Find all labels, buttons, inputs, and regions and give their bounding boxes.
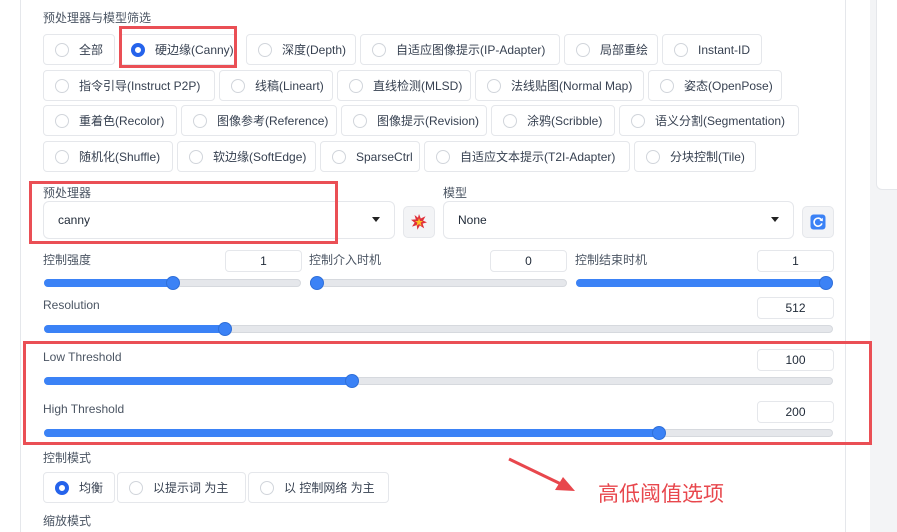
radio-icon [576, 42, 590, 57]
filter-option-reference[interactable]: 图像参考(Reference) [181, 105, 337, 136]
radio-icon [55, 113, 69, 128]
filter-option-softedge[interactable]: 软边缘(SoftEdge) [177, 141, 316, 172]
filter-option-t2i-adapter[interactable]: 自适应文本提示(T2I-Adapter) [424, 141, 630, 172]
right-sidebar-card [876, 0, 897, 190]
control-mode-prompt[interactable]: 以提示词 为主 [117, 472, 246, 503]
control-weight-input[interactable]: 1 [225, 250, 302, 272]
filter-label: 预处理器与模型筛选 [43, 11, 152, 25]
control-weight-label: 控制强度 [43, 253, 92, 267]
slider-fill [44, 325, 226, 333]
resize-mode-label: 缩放模式 [43, 514, 92, 528]
radio-icon [193, 113, 207, 128]
chevron-down-icon [771, 217, 779, 222]
radio-icon [349, 78, 363, 93]
control-mode-controlnet[interactable]: 以 控制网络 为主 [248, 472, 389, 503]
radio-icon [332, 149, 346, 164]
slider-thumb[interactable] [218, 322, 233, 336]
slider-thumb[interactable] [310, 276, 324, 290]
resolution-label: Resolution [43, 298, 100, 312]
starting-step-label: 控制介入时机 [309, 253, 382, 267]
ending-step-input[interactable]: 1 [757, 250, 834, 272]
filter-option-instant-id[interactable]: Instant-ID [662, 34, 762, 65]
filter-option-openpose[interactable]: 姿态(OpenPose) [648, 70, 782, 101]
radio-icon [660, 78, 674, 93]
slider-fill [576, 279, 826, 287]
radio-icon [503, 113, 517, 128]
annotation-box-preprocessor [29, 181, 338, 244]
filter-option-normal-map[interactable]: 法线贴图(Normal Map) [475, 70, 644, 101]
ending-step-slider[interactable] [576, 276, 833, 290]
radio-icon [258, 42, 272, 57]
radio-icon [631, 113, 645, 128]
filter-option-lineart[interactable]: 线稿(Lineart) [219, 70, 333, 101]
radio-icon [646, 149, 660, 164]
model-value: None [458, 213, 487, 227]
filter-option-instruct-p2p[interactable]: 指令引导(Instruct P2P) [43, 70, 215, 101]
run-preprocessor-button[interactable] [403, 206, 435, 238]
refresh-icon [810, 214, 826, 230]
right-sidebar-strip [870, 0, 897, 532]
starting-step-slider[interactable] [310, 276, 567, 290]
radio-icon [353, 113, 367, 128]
chevron-down-icon [372, 217, 380, 222]
slider-track [310, 279, 567, 287]
panel-left-border [20, 0, 21, 532]
radio-icon [231, 78, 245, 93]
filter-option-scribble[interactable]: 涂鸦(Scribble) [491, 105, 615, 136]
radio-icon [260, 480, 274, 495]
control-mode-balanced[interactable]: 均衡 [43, 472, 115, 503]
filter-option-mlsd[interactable]: 直线检测(MLSD) [337, 70, 471, 101]
refresh-models-button[interactable] [802, 206, 834, 238]
resolution-input[interactable]: 512 [757, 297, 834, 319]
starting-step-input[interactable]: 0 [490, 250, 567, 272]
slider-thumb[interactable] [819, 276, 833, 290]
annotation-text: 高低阈值选项 [598, 483, 724, 506]
radio-icon [487, 78, 501, 93]
filter-option-shuffle[interactable]: 随机化(Shuffle) [43, 141, 173, 172]
radio-icon [129, 480, 143, 495]
filter-option-segmentation[interactable]: 语义分割(Segmentation) [619, 105, 799, 136]
model-dropdown[interactable]: None [443, 201, 794, 239]
radio-icon [189, 149, 203, 164]
model-label: 模型 [443, 186, 468, 200]
filter-option-all[interactable]: 全部 [43, 34, 115, 65]
filter-option-tile[interactable]: 分块控制(Tile) [634, 141, 756, 172]
radio-icon [55, 78, 69, 93]
filter-option-depth[interactable]: 深度(Depth) [246, 34, 356, 65]
filter-option-revision[interactable]: 图像提示(Revision) [341, 105, 487, 136]
control-mode-label: 控制模式 [43, 451, 92, 465]
filter-option-sparsectrl[interactable]: SparseCtrl [320, 141, 420, 172]
filter-option-recolor[interactable]: 重着色(Recolor) [43, 105, 177, 136]
ending-step-label: 控制结束时机 [575, 253, 648, 267]
panel-right-border [845, 0, 846, 532]
radio-icon [372, 42, 386, 57]
resolution-slider[interactable] [44, 322, 833, 336]
radio-icon [436, 149, 450, 164]
radio-selected-icon [55, 480, 69, 495]
filter-option-inpaint[interactable]: 局部重绘 [564, 34, 658, 65]
annotation-box-canny [119, 26, 237, 68]
slider-thumb[interactable] [165, 276, 180, 290]
annotation-arrow-icon [508, 457, 575, 491]
radio-icon [674, 42, 688, 57]
radio-icon [55, 42, 69, 57]
explosion-icon [411, 214, 427, 230]
radio-icon [55, 149, 69, 164]
filter-option-ip-adapter[interactable]: 自适应图像提示(IP-Adapter) [360, 34, 560, 65]
annotation-box-thresholds [23, 341, 872, 445]
slider-fill [44, 279, 173, 287]
control-weight-slider[interactable] [44, 276, 301, 290]
